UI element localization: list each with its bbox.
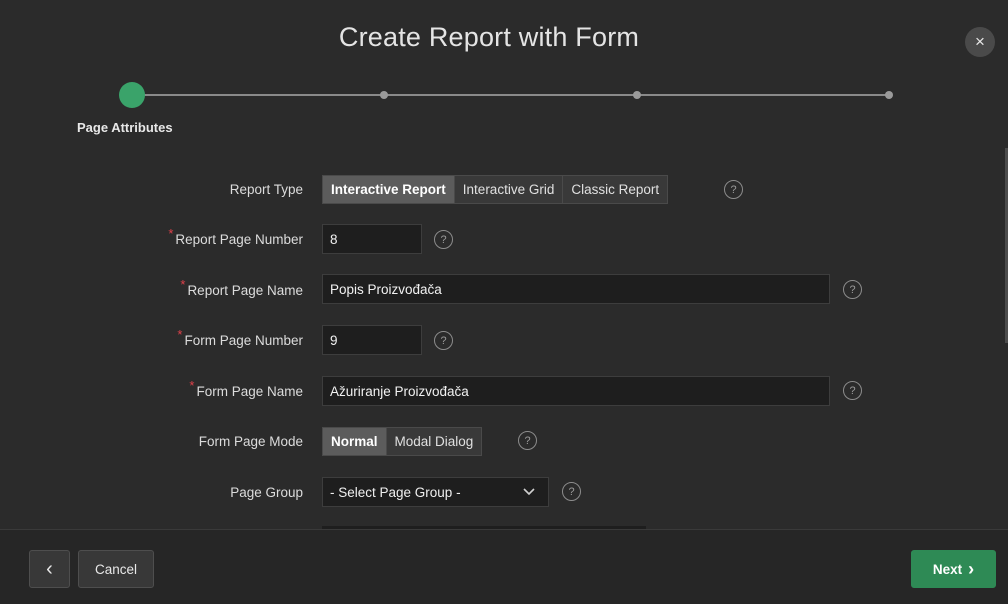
previous-button[interactable]: ‹ xyxy=(29,550,70,588)
report-type-label: Report Type xyxy=(229,182,303,197)
required-marker: * xyxy=(189,378,195,393)
required-marker: * xyxy=(180,277,186,292)
next-button-label: Next xyxy=(932,561,963,577)
help-icon[interactable]: ? xyxy=(724,180,743,199)
form-page-mode-label: Form Page Mode xyxy=(198,434,303,449)
label-text: Form Page Number xyxy=(184,333,303,348)
report-page-number-label: * Report Page Number xyxy=(168,226,303,247)
form-page-mode-radio-group: Normal Modal Dialog xyxy=(322,427,483,456)
dialog-footer: ‹ Cancel Next › xyxy=(0,529,1008,604)
report-type-option-interactive-report[interactable]: Interactive Report xyxy=(322,175,455,204)
help-icon[interactable]: ? xyxy=(434,331,453,350)
page-group-selected-value: - Select Page Group - xyxy=(330,484,461,500)
label-text: Report Page Name xyxy=(187,283,303,298)
wizard-step-dot xyxy=(633,91,641,99)
report-type-option-classic-report[interactable]: Classic Report xyxy=(563,175,669,204)
dialog-title: Create Report with Form xyxy=(338,22,640,52)
form-page-number-label: * Form Page Number xyxy=(177,327,303,348)
required-marker: * xyxy=(177,327,183,342)
chevron-down-icon xyxy=(523,485,535,499)
report-type-option-interactive-grid[interactable]: Interactive Grid xyxy=(454,175,564,204)
report-type-radio-group: Interactive Report Interactive Grid Clas… xyxy=(322,175,669,204)
wizard-step-dot xyxy=(885,91,893,99)
label-text: Form Page Name xyxy=(196,384,303,399)
close-icon[interactable]: × xyxy=(965,27,995,57)
form-page-mode-option-modal-dialog[interactable]: Modal Dialog xyxy=(386,427,483,456)
form-page-name-input[interactable]: Ažuriranje Proizvođača xyxy=(322,376,830,406)
page-group-select[interactable]: - Select Page Group - xyxy=(322,477,549,507)
help-icon[interactable]: ? xyxy=(518,431,537,450)
cancel-button[interactable]: Cancel xyxy=(78,550,154,588)
help-icon[interactable]: ? xyxy=(843,280,862,299)
wizard-step-label: Page Attributes xyxy=(77,120,173,135)
report-page-name-input[interactable]: Popis Proizvođača xyxy=(322,274,830,304)
form-page-mode-option-normal[interactable]: Normal xyxy=(322,427,387,456)
wizard-step-dot xyxy=(380,91,388,99)
report-page-name-label: * Report Page Name xyxy=(180,277,303,298)
help-icon[interactable]: ? xyxy=(843,381,862,400)
page-group-label: Page Group xyxy=(230,485,303,500)
report-page-number-input[interactable]: 8 xyxy=(322,224,422,254)
label-text: Report Page Number xyxy=(175,232,303,247)
wizard-step-current xyxy=(119,82,145,108)
help-icon[interactable]: ? xyxy=(562,482,581,501)
form-page-name-label: * Form Page Name xyxy=(189,378,303,399)
form-page-number-input[interactable]: 9 xyxy=(322,325,422,355)
chevron-left-icon: ‹ xyxy=(46,558,53,580)
required-marker: * xyxy=(168,226,174,241)
help-icon[interactable]: ? xyxy=(434,230,453,249)
next-button[interactable]: Next › xyxy=(911,550,996,588)
chevron-right-icon: › xyxy=(968,559,975,579)
wizard-progress-track xyxy=(132,94,890,96)
create-report-dialog: Create Report with Form × Page Attribute… xyxy=(0,0,1008,604)
